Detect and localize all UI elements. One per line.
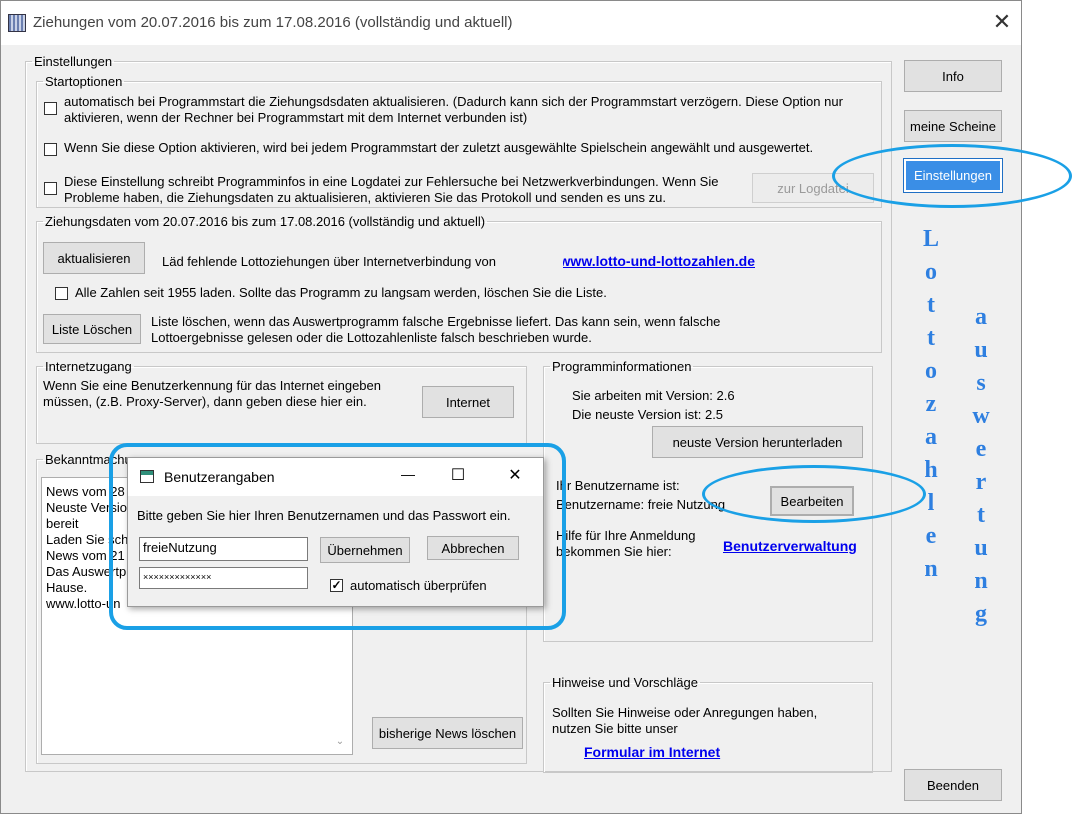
formular-link[interactable]: Formular im Internet	[584, 744, 720, 760]
news-loeschen-button[interactable]: bisherige News löschen	[372, 717, 523, 749]
app-icon	[8, 14, 26, 32]
lottozahlen-letter: t	[927, 325, 935, 351]
option3-checkbox[interactable]	[44, 182, 57, 195]
ziehungsdaten-legend: Ziehungsdaten vom 20.07.2016 bis zum 17.…	[45, 214, 486, 229]
lottozahlen-letter: e	[925, 523, 937, 549]
username-label: Ihr Benutzername ist:	[556, 478, 680, 493]
uebernehmen-button[interactable]: Übernehmen	[320, 537, 410, 563]
news-line: bereit	[46, 516, 79, 531]
dialog-title: Benutzerangaben	[164, 469, 275, 485]
lottozahlen-letter: n	[924, 556, 938, 582]
lottozahlen-vertical-text: Lottozahlen	[916, 223, 946, 586]
auswertung-letter: u	[974, 535, 988, 561]
beenden-button[interactable]: Beenden	[904, 769, 1002, 801]
auswertung-letter: a	[975, 304, 987, 330]
username-input[interactable]: freieNutzung	[139, 537, 308, 561]
auswertung-letter: g	[975, 601, 987, 627]
einstellungen-highlight	[832, 144, 1072, 208]
dialog-title-bar: Benutzerangaben — ☐ ✕	[128, 458, 543, 496]
lottozahlen-letter: o	[925, 259, 937, 285]
auswertung-letter: s	[976, 370, 986, 396]
scroll-down-icon[interactable]: ⌄	[334, 736, 346, 748]
newest-version-text: Die neuste Version ist: 2.5	[572, 407, 724, 422]
auswertung-vertical-text: auswertung	[966, 301, 996, 631]
meine-scheine-button[interactable]: meine Scheine	[904, 110, 1002, 142]
abbrechen-button[interactable]: Abbrechen	[427, 536, 519, 560]
auswertung-letter: n	[974, 568, 988, 594]
lottozahlen-letter: z	[925, 391, 937, 417]
dialog-close-icon[interactable]: ✕	[504, 465, 526, 485]
auto-check-checkbox[interactable]: ✓	[330, 579, 343, 592]
option2-label: Wenn Sie diese Option aktivieren, wird b…	[64, 140, 814, 155]
title-bar: Ziehungen vom 20.07.2016 bis zum 17.08.2…	[1, 1, 1021, 45]
version-text: Sie arbeiten mit Version: 2.6	[572, 388, 735, 403]
liste-loeschen-text: Liste löschen, wenn das Auswertprogramm …	[151, 314, 721, 345]
auswertung-letter: t	[977, 502, 985, 528]
hinweise-legend: Hinweise und Vorschläge	[552, 675, 698, 690]
auswertung-letter: u	[974, 337, 988, 363]
maximize-icon[interactable]: ☐	[447, 465, 469, 485]
dialog-prompt: Bitte geben Sie hier Ihren Benutzernamen…	[137, 508, 511, 523]
einstellungen-legend: Einstellungen	[34, 54, 113, 69]
option1-label: automatisch bei Programmstart die Ziehun…	[64, 94, 843, 125]
internetzugang-legend: Internetzugang	[45, 359, 132, 374]
lottozahlen-letter: h	[924, 457, 938, 483]
info-button[interactable]: Info	[904, 60, 1002, 92]
download-button[interactable]: neuste Version herunterladen	[652, 426, 863, 458]
hinweise-text: Sollten Sie Hinweise oder Anregungen hab…	[552, 705, 818, 736]
auswertung-letter: e	[975, 436, 987, 462]
help-text: Hilfe für Ihre Anmeldung bekommen Sie hi…	[556, 528, 696, 559]
liste-loeschen-button[interactable]: Liste Löschen	[43, 314, 141, 344]
lotto-website-link[interactable]: www.lotto-und-lottozahlen.de	[563, 253, 755, 269]
option3-label: Diese Einstellung schreibt Programminfos…	[64, 174, 719, 205]
main-window: Ziehungen vom 20.07.2016 bis zum 17.08.2…	[0, 0, 1022, 814]
internet-button[interactable]: Internet	[422, 386, 514, 418]
bearbeiten-highlight	[702, 465, 926, 523]
auswertung-letter: w	[972, 403, 990, 429]
aktualisieren-text: Läd fehlende Lottoziehungen über Interne…	[162, 254, 496, 269]
lottozahlen-letter: L	[922, 226, 939, 252]
benutzerangaben-dialog: Benutzerangaben — ☐ ✕ Bitte geben Sie hi…	[127, 457, 544, 607]
option1-checkbox[interactable]	[44, 102, 57, 115]
programminfo-legend: Programminformationen	[552, 359, 692, 374]
alle-zahlen-checkbox[interactable]	[55, 287, 68, 300]
alle-zahlen-label: Alle Zahlen seit 1955 laden. Sollte das …	[75, 285, 607, 300]
startoptionen-legend: Startoptionen	[45, 74, 123, 89]
internetzugang-text: Wenn Sie eine Benutzerkennung für das In…	[43, 378, 381, 409]
username-value: Benutzername: freie Nutzung	[556, 497, 726, 512]
benutzerverwaltung-link[interactable]: Benutzerverwaltung	[723, 538, 857, 554]
password-input[interactable]: ×××××××××××××	[139, 567, 308, 589]
window-title: Ziehungen vom 20.07.2016 bis zum 17.08.2…	[33, 14, 513, 31]
news-line: Hause.	[46, 580, 88, 595]
lottozahlen-letter: o	[925, 358, 937, 384]
lottozahlen-letter: a	[925, 424, 937, 450]
auto-check-label: automatisch überprüfen	[350, 578, 487, 593]
dialog-app-icon	[140, 470, 154, 483]
aktualisieren-button[interactable]: aktualisieren	[43, 242, 145, 274]
lottozahlen-letter: t	[927, 292, 935, 318]
minimize-icon[interactable]: —	[397, 466, 419, 482]
close-icon[interactable]: ✕	[991, 10, 1013, 34]
option2-checkbox[interactable]	[44, 143, 57, 156]
auswertung-letter: r	[975, 469, 987, 495]
